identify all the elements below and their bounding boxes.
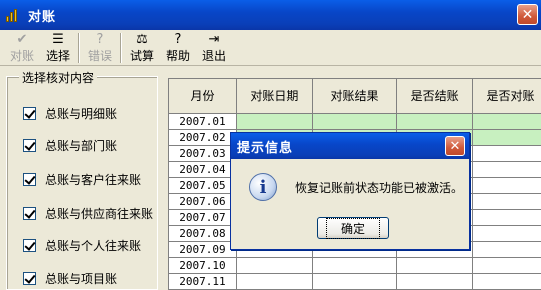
bar-chart-icon — [6, 8, 20, 22]
close-icon: ✕ — [449, 138, 461, 154]
toolbar-separator — [120, 33, 122, 63]
grid-cell-date[interactable] — [236, 273, 313, 290]
column-header[interactable]: 对账日期 — [236, 79, 313, 114]
grid-cell-reconciled[interactable] — [472, 145, 541, 162]
info-icon: i — [249, 173, 277, 201]
grid-cell-reconciled[interactable] — [472, 209, 541, 226]
option-ledger-personal[interactable]: 总账与个人往来账 — [23, 237, 141, 254]
help-button[interactable]: ? 帮助 — [160, 30, 196, 66]
dialog-message: 恢复记账前状态功能已被激活。 — [295, 181, 464, 195]
exit-button[interactable]: ⇥ 退出 — [196, 30, 232, 66]
grid-cell-reconciled[interactable] — [472, 161, 541, 178]
select-button[interactable]: ☰ 选择 — [40, 30, 76, 66]
grid-cell-closed[interactable] — [396, 273, 474, 290]
grid-cell-month[interactable]: 2007.07 — [169, 209, 237, 226]
grid-cell-result[interactable] — [312, 257, 398, 274]
scales-icon: ⚖ — [136, 32, 148, 47]
question-icon: ? — [174, 32, 182, 47]
grid-header-row: 月份 对账日期 对账结果 是否结账 是否对账 — [169, 79, 541, 114]
options-groupbox: 选择核对内容 总账与明细账 总账与部门账 总账与客户往来账 总账与供应商往来账 … — [6, 69, 158, 290]
grid-cell-closed[interactable] — [396, 257, 474, 274]
select-list-icon: ☰ — [52, 32, 64, 47]
reconcile-button[interactable]: ✔ 对账 — [4, 30, 40, 66]
check-mark-icon: ✔ — [16, 32, 28, 47]
grid-cell-reconciled[interactable] — [472, 129, 541, 146]
grid-cell-month[interactable]: 2007.05 — [169, 177, 237, 194]
checkbox[interactable] — [23, 207, 36, 220]
grid-cell-month[interactable]: 2007.09 — [169, 241, 237, 258]
grid-cell-month[interactable]: 2007.06 — [169, 193, 237, 210]
grid-cell-reconciled[interactable] — [472, 241, 541, 258]
grid-cell-month[interactable]: 2007.08 — [169, 225, 237, 242]
option-ledger-supplier[interactable]: 总账与供应商往来账 — [23, 205, 153, 222]
grid-cell-result[interactable] — [312, 273, 398, 290]
table-row[interactable]: 2007.10 — [169, 257, 541, 274]
grid-cell-reconciled[interactable] — [472, 113, 541, 130]
grid-cell-month[interactable]: 2007.11 — [169, 273, 237, 290]
grid-cell-month[interactable]: 2007.01 — [169, 113, 237, 130]
trial-balance-button[interactable]: ⚖ 试算 — [124, 30, 160, 66]
error-button[interactable]: ? 错误 — [82, 30, 118, 66]
window-title: 对账 — [28, 9, 57, 25]
grid-cell-month[interactable]: 2007.10 — [169, 257, 237, 274]
grid-cell-month[interactable]: 2007.03 — [169, 145, 237, 162]
option-ledger-customer[interactable]: 总账与客户往来账 — [23, 171, 141, 188]
grid-cell-date[interactable] — [236, 257, 313, 274]
dialog-title: 提示信息 — [237, 140, 294, 156]
grid-cell-month[interactable]: 2007.04 — [169, 161, 237, 178]
table-row[interactable]: 2007.01 — [169, 113, 541, 130]
checkbox[interactable] — [23, 272, 36, 285]
grid-cell-month[interactable]: 2007.02 — [169, 129, 237, 146]
groupbox-legend: 选择核对内容 — [19, 69, 98, 86]
toolbar: ✔ 对账 ☰ 选择 ? 错误 ⚖ 试算 ? 帮助 ⇥ 退出 — [0, 30, 541, 66]
window-close-button[interactable]: ✕ — [517, 4, 538, 25]
dialog-titlebar: 提示信息 — [231, 133, 469, 159]
option-ledger-department[interactable]: 总账与部门账 — [23, 137, 117, 154]
info-dialog: 提示信息 ✕ i 恢复记账前状态功能已被激活。 确定 — [230, 132, 470, 250]
error-doc-icon: ? — [96, 32, 104, 47]
checkbox[interactable] — [23, 239, 36, 252]
window-titlebar: 对账 ✕ — [0, 0, 541, 30]
ok-button[interactable]: 确定 — [317, 217, 389, 239]
grid-cell-reconciled[interactable] — [472, 273, 541, 290]
column-header[interactable]: 对账结果 — [312, 79, 398, 114]
checkbox[interactable] — [23, 173, 36, 186]
checkbox[interactable] — [23, 139, 36, 152]
grid-cell-closed[interactable] — [396, 113, 474, 130]
column-header[interactable]: 是否对账 — [472, 79, 541, 114]
dialog-close-button[interactable]: ✕ — [445, 136, 465, 156]
option-ledger-detail[interactable]: 总账与明细账 — [23, 105, 117, 122]
column-header[interactable]: 月份 — [169, 79, 237, 114]
close-icon: ✕ — [521, 6, 534, 23]
toolbar-separator — [78, 33, 80, 63]
option-ledger-project[interactable]: 总账与项目账 — [23, 270, 117, 287]
table-row[interactable]: 2007.11 — [169, 273, 541, 290]
grid-cell-reconciled[interactable] — [472, 177, 541, 194]
grid-cell-result[interactable] — [312, 113, 398, 130]
grid-cell-reconciled[interactable] — [472, 257, 541, 274]
checkbox[interactable] — [23, 107, 36, 120]
exit-door-icon: ⇥ — [208, 32, 220, 47]
grid-cell-date[interactable] — [236, 113, 313, 130]
grid-cell-reconciled[interactable] — [472, 225, 541, 242]
column-header[interactable]: 是否结账 — [396, 79, 474, 114]
grid-cell-reconciled[interactable] — [472, 193, 541, 210]
